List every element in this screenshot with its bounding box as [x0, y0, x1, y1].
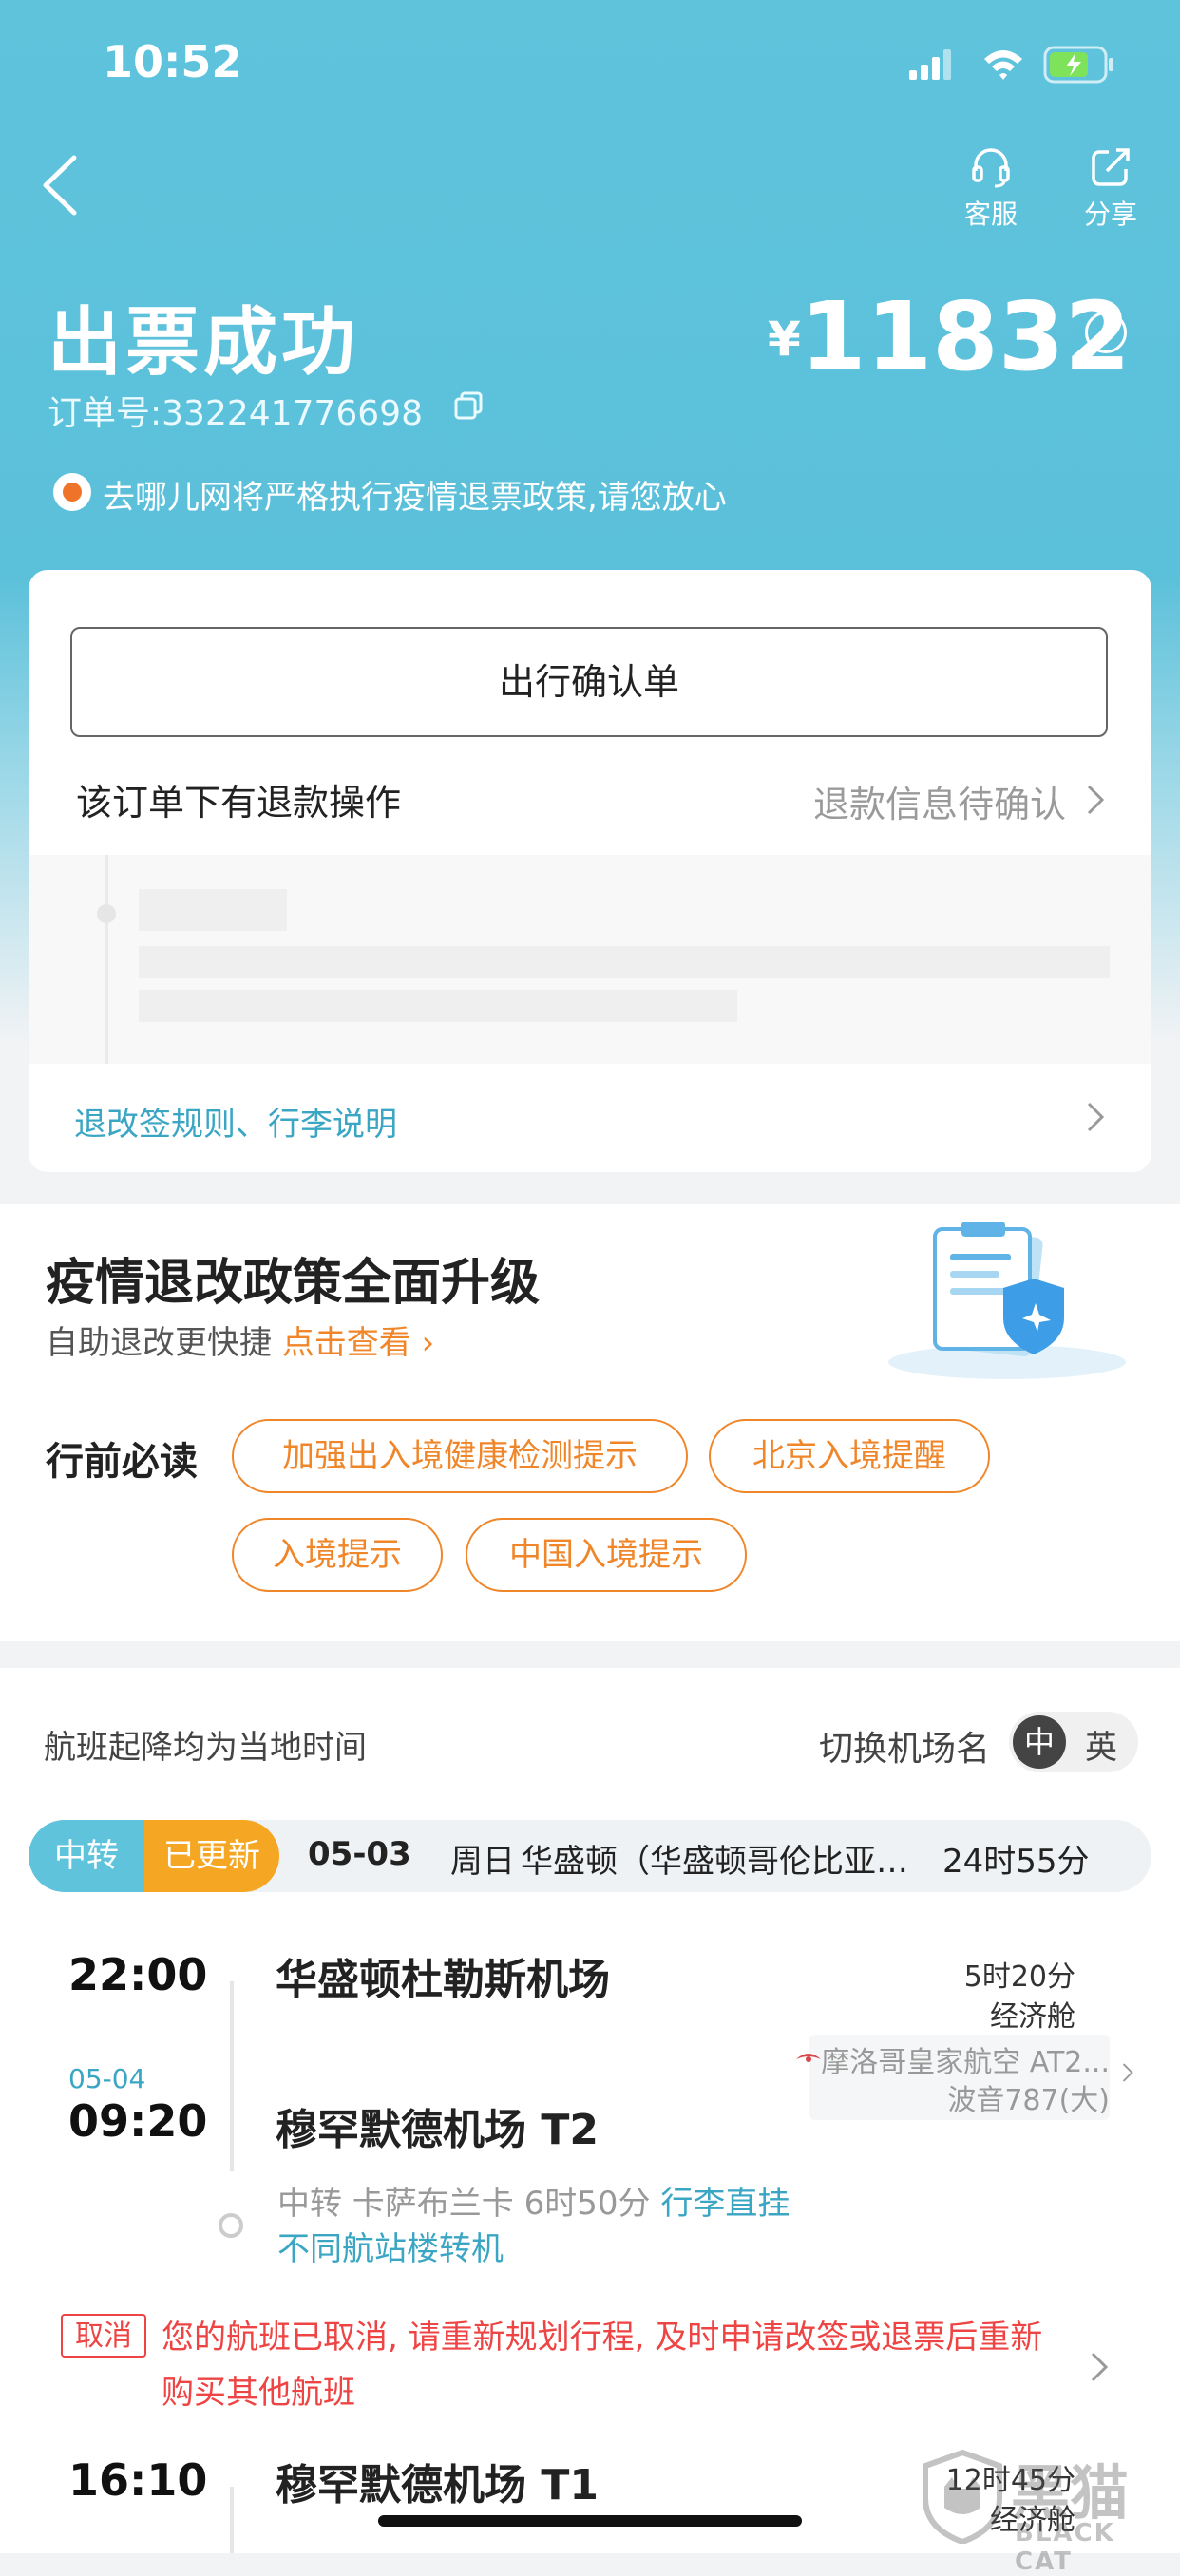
watermark-brand: 黑猫 — [1011, 2458, 1130, 2528]
language-switch[interactable]: 中 英 — [1009, 1712, 1138, 1772]
travel-confirmation-button[interactable]: 出行确认单 — [70, 627, 1108, 737]
route-summary-bar: 中转 已更新 05-03 周日 华盛顿（华盛顿哥伦比亚… 24时55分 — [29, 1820, 1151, 1892]
tag-health-check[interactable]: 加强出入境健康检测提示 — [232, 1419, 688, 1493]
switch-airport-name-label: 切换机场名 — [819, 1730, 991, 1769]
price-symbol: ¥ — [768, 312, 801, 367]
cabin-class: 经济舱 — [990, 2000, 1075, 2034]
tag-beijing-entry[interactable]: 北京入境提醒 — [709, 1419, 990, 1493]
skeleton-line — [139, 990, 737, 1022]
policy-subtitle: 自助退改更快捷 点击查看 › — [46, 1316, 434, 1363]
page-title: 出票成功 — [48, 300, 360, 386]
share-label: 分享 — [1083, 199, 1137, 230]
battery-icon — [1043, 46, 1113, 84]
chevron-right-icon[interactable] — [1089, 2350, 1110, 2384]
aircraft-type: 波音787(大) — [947, 2084, 1110, 2117]
departure-airport-2: 穆罕默德机场 T1 — [276, 2461, 599, 2510]
route-date: 05-03 — [308, 1835, 411, 1873]
refund-policy-notice: 去哪儿网将严格执行疫情退票政策,请您放心 — [103, 479, 727, 517]
transit-dot-icon — [219, 2213, 243, 2238]
customer-service-label: 客服 — [963, 199, 1018, 230]
switch-english[interactable]: 英 — [1085, 1721, 1117, 1768]
segment-line — [230, 2487, 234, 2553]
airline-name: 摩洛哥皇家航空 AT2... — [821, 2046, 1110, 2079]
signal-icon — [909, 49, 951, 80]
chevron-right-icon[interactable] — [1085, 1100, 1106, 1134]
info-icon[interactable]: i — [1085, 312, 1127, 353]
rules-link[interactable]: 退改签规则、行李说明 — [74, 1098, 397, 1145]
watermark: 黑猫 BLACK CAT — [920, 2445, 1167, 2576]
loading-skeleton — [29, 855, 1151, 1064]
policy-document-shield-icon — [888, 1222, 1126, 1379]
order-number: 订单号:332241776698 — [48, 394, 423, 433]
transit-badge: 中转 — [29, 1820, 144, 1892]
cancelled-badge: 取消 — [61, 2314, 146, 2358]
segment-line — [230, 1981, 234, 2171]
status-time: 10:52 — [103, 36, 242, 87]
refund-status[interactable]: 退款信息待确认 — [813, 775, 1066, 827]
tag-entry-tips[interactable]: 入境提示 — [232, 1518, 443, 1592]
view-details-link[interactable]: 点击查看 › — [282, 1324, 434, 1362]
route-weekday: 周日 — [450, 1843, 515, 1881]
customer-service-button[interactable]: 客服 — [948, 146, 1034, 232]
route-duration: 24时55分 — [942, 1843, 1090, 1881]
policy-section: 疫情退改政策全面升级 自助退改更快捷 点击查看 › 行前必读 加强出入境健康检测… — [0, 1204, 1180, 1641]
transit-info: 中转 卡萨布兰卡 6时50分 行李直挂 不同航站楼转机 — [277, 2181, 828, 2272]
skeleton-timeline — [105, 855, 108, 1064]
home-indicator — [378, 2515, 802, 2527]
watermark-brand-en: BLACK CAT — [1015, 2519, 1115, 2576]
total-price: 11832 — [800, 281, 1131, 392]
cancellation-message: 您的航班已取消, 请重新规划行程, 及时申请改签或退票后重新购买其他航班 — [162, 2319, 1043, 2412]
skeleton-line — [139, 946, 1110, 978]
wifi-icon — [984, 50, 1022, 80]
must-read-label: 行前必读 — [46, 1440, 198, 1484]
cat-shield-icon — [923, 2449, 1002, 2544]
arrival-time: 09:20 — [68, 2095, 208, 2147]
policy-title: 疫情退改政策全面升级 — [46, 1255, 541, 1312]
local-time-note: 航班起降均为当地时间 — [44, 1729, 367, 1767]
terminal-transfer[interactable]: 不同航站楼转机 — [277, 2230, 504, 2268]
updated-badge: 已更新 — [144, 1820, 279, 1892]
arrival-airport: 穆罕默德机场 T2 — [276, 2106, 599, 2154]
route-cities: 华盛顿（华盛顿哥伦比亚… — [521, 1843, 908, 1881]
notice-dot-icon — [53, 473, 91, 511]
skeleton-line — [139, 889, 287, 931]
switch-chinese[interactable]: 中 — [1013, 1715, 1066, 1769]
flight-section: 航班起降均为当地时间 切换机场名 中 英 中转 已更新 05-03 周日 华盛顿… — [0, 1668, 1180, 2553]
refund-label: 该订单下有退款操作 — [76, 782, 402, 824]
departure-time-2: 16:10 — [68, 2454, 208, 2506]
baggage-through[interactable]: 行李直挂 — [660, 2185, 790, 2223]
order-card: 出行确认单 该订单下有退款操作 退款信息待确认 退改签规则、行李说明 — [29, 570, 1151, 1172]
airline-logo-icon — [796, 2054, 821, 2062]
arrival-date: 05-04 — [68, 2063, 146, 2094]
segment-duration: 5时20分 — [963, 1960, 1075, 1994]
departure-airport: 华盛顿杜勒斯机场 — [276, 1956, 610, 2004]
skeleton-dot — [97, 904, 116, 923]
transit-text: 中转 卡萨布兰卡 6时50分 — [277, 2185, 651, 2223]
chevron-right-icon[interactable] — [1121, 2061, 1134, 2084]
departure-time: 22:00 — [68, 1949, 208, 2000]
share-icon — [1092, 148, 1130, 186]
back-icon[interactable] — [38, 152, 86, 218]
policy-subtitle-text: 自助退改更快捷 — [46, 1324, 272, 1362]
share-button[interactable]: 分享 — [1068, 146, 1153, 232]
headset-icon — [972, 148, 1010, 188]
tag-china-entry[interactable]: 中国入境提示 — [466, 1518, 747, 1592]
copy-icon[interactable] — [454, 391, 483, 420]
chevron-right-icon[interactable] — [1085, 783, 1106, 817]
